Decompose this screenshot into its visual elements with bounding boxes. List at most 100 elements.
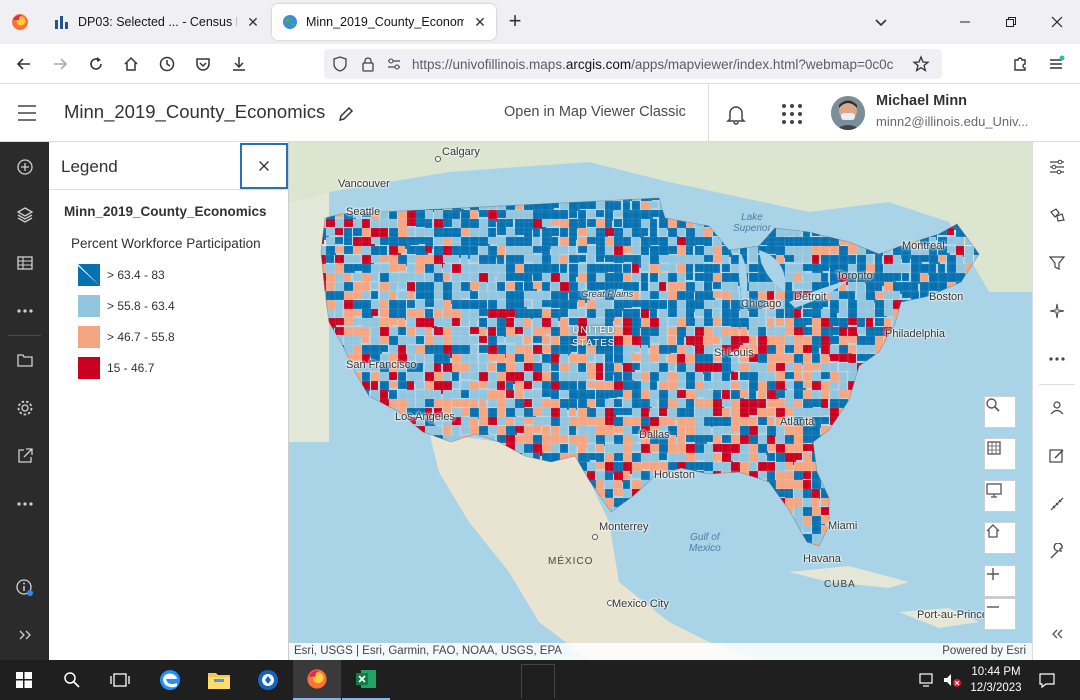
restore-icon[interactable] <box>996 8 1026 36</box>
more-options-icon[interactable] <box>0 480 49 528</box>
city-label-montreal: Montreal <box>902 240 945 252</box>
minimize-icon[interactable] <box>950 8 980 36</box>
home-extent-button[interactable] <box>984 522 1016 554</box>
county-cell <box>766 515 777 528</box>
county-cell <box>838 497 852 510</box>
app-launcher-icon[interactable] <box>780 102 804 126</box>
table-icon[interactable] <box>0 239 49 287</box>
fullscreen-button[interactable] <box>984 480 1016 512</box>
reload-icon[interactable] <box>82 50 110 78</box>
map-properties-icon[interactable] <box>0 336 49 384</box>
city-label-san-francisco: San Francisco <box>346 359 417 371</box>
collapse-chevrons-icon[interactable] <box>1033 612 1080 656</box>
extensions-icon[interactable] <box>1006 50 1034 78</box>
county-cell <box>433 479 445 488</box>
pocket-icon[interactable] <box>189 50 217 78</box>
zoom-out-button[interactable] <box>984 598 1016 630</box>
county-cell <box>829 506 838 521</box>
info-icon[interactable] <box>0 564 49 612</box>
county-cell <box>856 434 870 446</box>
share-icon[interactable] <box>0 432 49 480</box>
county-cell <box>955 344 965 354</box>
new-tab-button[interactable]: + <box>504 10 526 34</box>
search-button[interactable] <box>984 396 1016 428</box>
firefox-taskbar-icon[interactable] <box>293 660 341 700</box>
sketch-icon[interactable] <box>1033 434 1080 478</box>
windows-start-icon[interactable] <box>0 660 48 700</box>
bookmark-star-icon[interactable] <box>912 55 930 73</box>
task-view-icon[interactable] <box>96 660 144 700</box>
edit-pencil-icon[interactable] <box>336 104 356 124</box>
avatar[interactable] <box>831 96 865 130</box>
add-layer-icon[interactable] <box>0 143 49 191</box>
tab-census[interactable]: DP03: Selected ... - Census Bure ✕ <box>44 4 269 40</box>
forward-arrow-icon[interactable] <box>46 50 74 78</box>
header-divider <box>708 84 709 142</box>
county-cell <box>892 362 906 372</box>
history-icon[interactable] <box>153 50 181 78</box>
app-circle-icon[interactable] <box>244 660 292 700</box>
county-cell <box>928 452 941 466</box>
home-icon[interactable] <box>117 50 145 78</box>
tab-arcgis[interactable]: Minn_2019_County_Economics ✕ <box>272 4 496 40</box>
notification-bell-icon[interactable] <box>724 102 748 126</box>
shield-icon[interactable] <box>332 56 348 72</box>
county-cell <box>973 362 979 377</box>
basemap-gallery-button[interactable] <box>984 438 1016 470</box>
powered-by-text[interactable]: Powered by Esri <box>942 645 1026 657</box>
county-cell <box>649 506 661 521</box>
close-window-icon[interactable] <box>1042 8 1072 36</box>
properties-sliders-icon[interactable] <box>1033 145 1080 189</box>
county-cell <box>694 515 706 530</box>
firefox-menu-icon[interactable] <box>10 12 30 32</box>
filter-icon[interactable] <box>1033 241 1080 285</box>
zoom-in-button[interactable] <box>984 565 1016 597</box>
county-cell <box>352 434 365 449</box>
more-options-icon[interactable] <box>0 287 49 335</box>
hamburger-menu-icon[interactable] <box>16 103 38 123</box>
county-cell <box>892 443 906 456</box>
county-cell <box>640 488 655 502</box>
back-arrow-icon[interactable] <box>10 50 38 78</box>
search-icon[interactable] <box>48 660 96 700</box>
close-legend-button[interactable] <box>240 143 288 189</box>
expand-chevrons-icon[interactable] <box>0 611 49 659</box>
county-cell <box>838 506 852 517</box>
wrench-icon[interactable] <box>1033 530 1080 574</box>
taskbar-clock[interactable]: 10:44 PM 12/3/2023 <box>968 664 1024 696</box>
county-cell <box>983 381 991 393</box>
edge-icon[interactable] <box>146 660 194 700</box>
file-explorer-icon[interactable] <box>195 660 243 700</box>
map-view[interactable]: Calgary Vancouver Seattle Lake Superior … <box>289 142 1032 660</box>
open-classic-link[interactable]: Open in Map Viewer Classic <box>504 104 686 120</box>
app-menu-icon[interactable] <box>1042 50 1070 78</box>
effects-sparkle-icon[interactable] <box>1033 289 1080 333</box>
downloads-icon[interactable] <box>225 50 253 78</box>
map-tools-icon[interactable] <box>1033 386 1080 430</box>
legend-header: Legend <box>49 142 289 190</box>
settings-gear-icon[interactable] <box>0 384 49 432</box>
permissions-icon[interactable] <box>386 56 402 72</box>
pacific-coast-land <box>289 192 329 442</box>
county-cell <box>973 389 979 402</box>
close-tab-icon[interactable]: ✕ <box>243 12 263 32</box>
volume-muted-icon[interactable] <box>942 672 962 688</box>
styles-icon[interactable] <box>1033 193 1080 237</box>
county-cell <box>910 227 921 239</box>
measure-icon[interactable] <box>1033 482 1080 526</box>
excel-icon[interactable] <box>342 660 390 700</box>
url-bar[interactable]: https://univofillinois.maps.arcgis.com/a… <box>324 49 942 79</box>
county-cell <box>910 506 920 519</box>
county-cell <box>928 533 939 544</box>
notifications-icon[interactable] <box>1038 671 1056 689</box>
county-cell <box>334 416 345 425</box>
user-name[interactable]: Michael Minn <box>876 93 967 109</box>
close-tab-icon[interactable]: ✕ <box>470 12 490 32</box>
more-options-icon[interactable] <box>1033 337 1080 381</box>
lake-superior-label: Lake Superior <box>733 212 771 234</box>
county-cell <box>983 309 993 316</box>
lock-icon[interactable] <box>360 56 376 72</box>
network-icon[interactable] <box>918 672 936 688</box>
tab-list-chevron-icon[interactable] <box>866 8 896 36</box>
layers-icon[interactable] <box>0 191 49 239</box>
